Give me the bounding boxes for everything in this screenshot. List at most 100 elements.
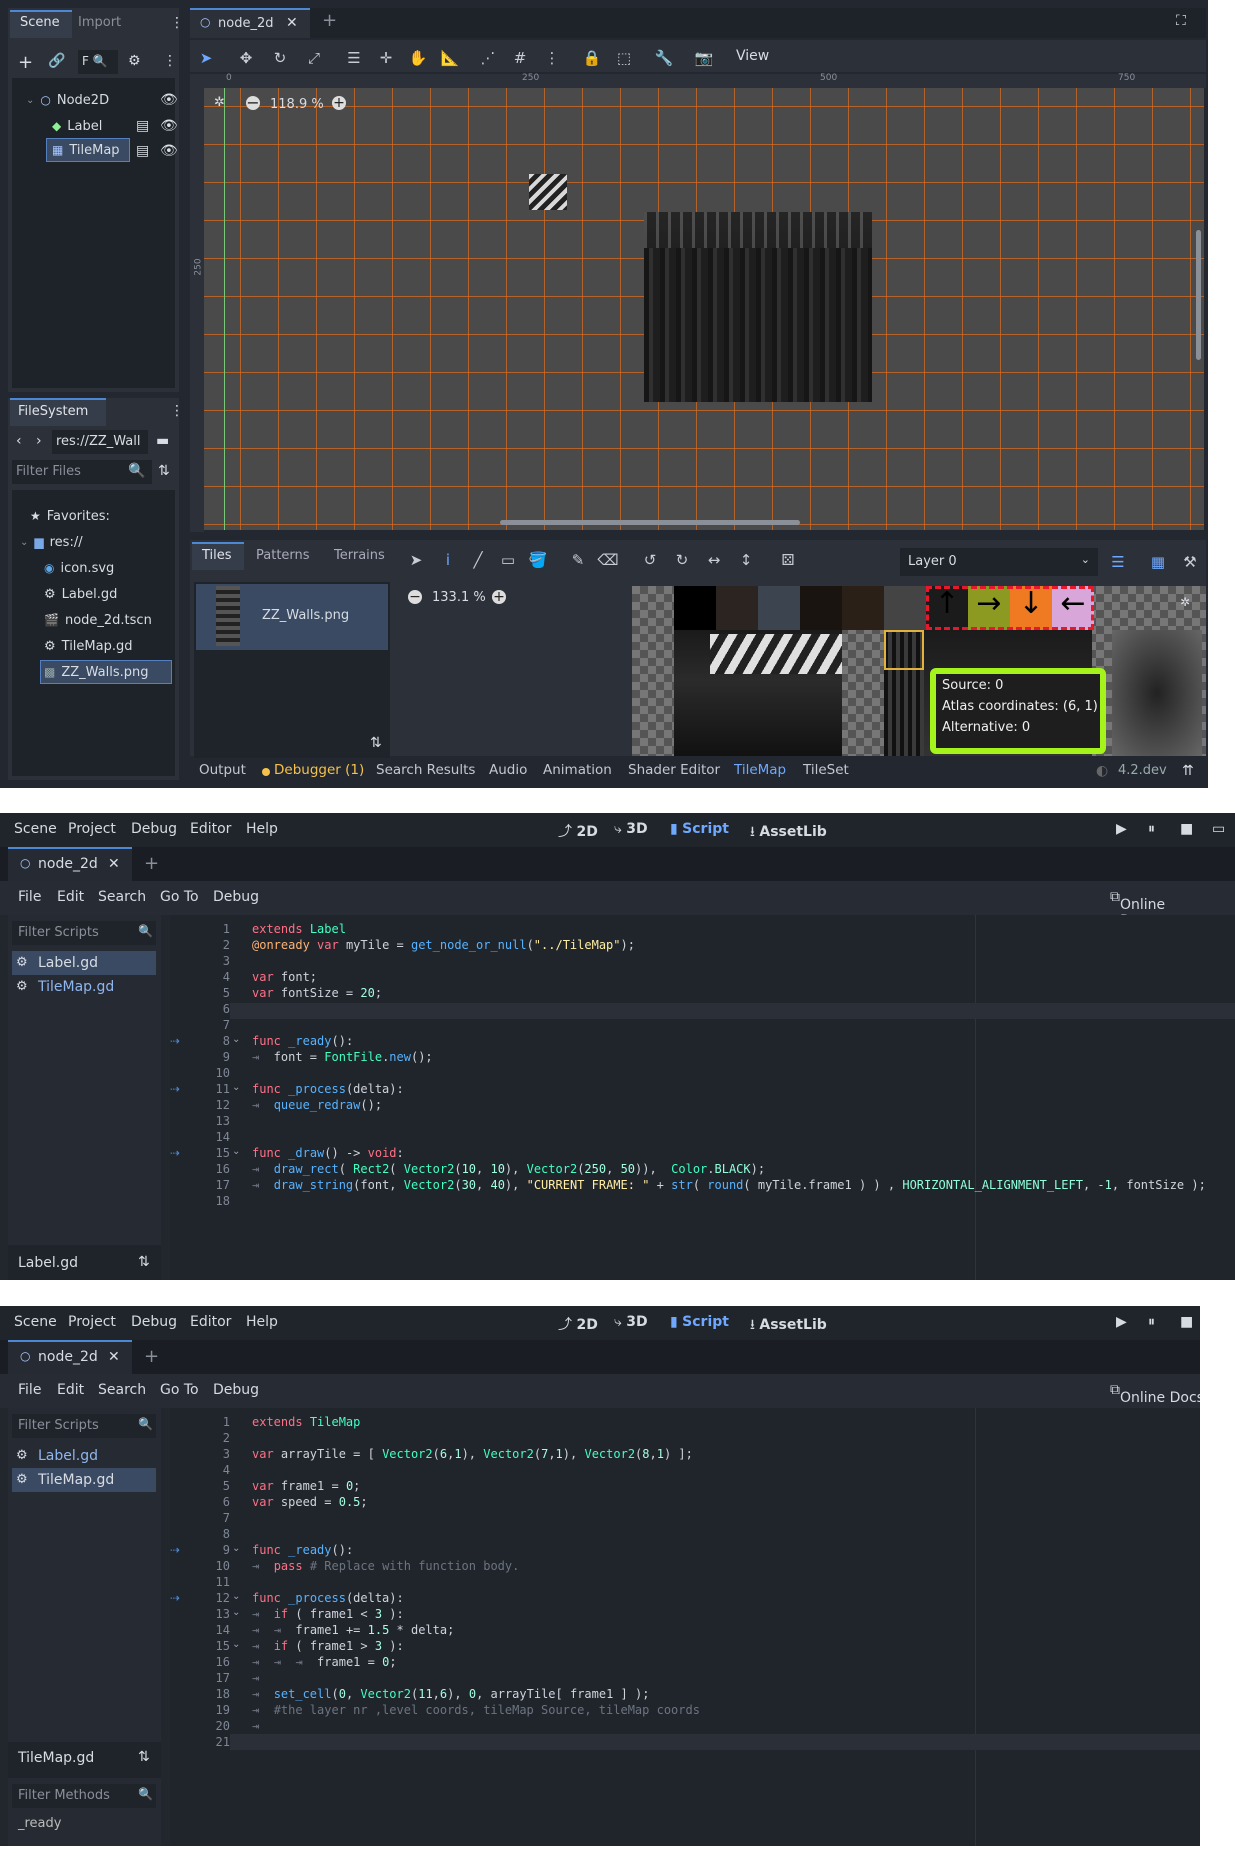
path-field[interactable]: res://ZZ_Wall: [52, 430, 148, 454]
sort-icon[interactable]: ⇅: [370, 736, 382, 750]
script-menu-edit[interactable]: Edit: [57, 1382, 84, 1398]
pan-tool-icon[interactable]: ✋: [406, 46, 430, 70]
tree-item-tilemap[interactable]: ▦ TileMap: [52, 138, 120, 162]
more-icon[interactable]: ⋮: [163, 54, 177, 68]
zoom-in-icon[interactable]: +: [332, 96, 346, 110]
picker-tool-icon[interactable]: ✎: [566, 548, 590, 572]
script-item-tilemap[interactable]: TileMap.gd: [38, 979, 114, 995]
tab-tiles[interactable]: Tiles: [202, 548, 232, 563]
fold-icon[interactable]: ⌄: [232, 1607, 240, 1618]
pause-icon[interactable]: ⏸: [1148, 1314, 1155, 1330]
menu-project[interactable]: Project: [68, 1314, 116, 1330]
back-icon[interactable]: ‹: [16, 434, 22, 448]
remote-debug-icon[interactable]: ▭: [1212, 821, 1225, 837]
rotate-left-icon[interactable]: ↺: [638, 548, 662, 572]
close-icon[interactable]: ✕: [108, 1350, 120, 1364]
select-tool-icon[interactable]: ➤: [404, 548, 428, 572]
add-node-icon[interactable]: +: [18, 54, 33, 72]
link-icon[interactable]: 🔗: [48, 54, 65, 68]
bottom-tab-audio[interactable]: Audio: [489, 762, 527, 778]
ruler-tool-icon[interactable]: 📐: [438, 46, 462, 70]
online-docs-link[interactable]: ⧉ Online Docs: [1110, 889, 1165, 929]
new-tab-icon[interactable]: +: [144, 855, 159, 873]
tile-source-item[interactable]: ZZ_Walls.png: [196, 584, 388, 650]
script-item-tilemap[interactable]: TileMap.gd: [38, 1472, 114, 1488]
center-view-icon[interactable]: ✲: [214, 96, 225, 109]
sort-icon[interactable]: ⇅: [158, 464, 170, 478]
fold-icon[interactable]: ⌄: [232, 1082, 240, 1093]
menu-editor[interactable]: Editor: [190, 1314, 231, 1330]
code-editor[interactable]: 1 extends Label 2 @onready var myTile = ge…: [170, 915, 1235, 1280]
tab-node-2d[interactable]: ○ node_2d ✕: [8, 1340, 132, 1374]
workspace-3d[interactable]: ⤷ 3D: [614, 821, 648, 837]
layout-icon[interactable]: ▬: [156, 434, 169, 448]
grid-snap-icon[interactable]: #: [508, 46, 532, 70]
script-menu-search[interactable]: Search: [98, 1382, 146, 1398]
v-scrollbar[interactable]: [1196, 230, 1201, 360]
menu-scene[interactable]: Scene: [14, 821, 57, 837]
script-menu-file[interactable]: File: [18, 889, 41, 905]
script-icon[interactable]: ⚙: [128, 54, 141, 68]
tab-node-2d[interactable]: ○ node_2d ✕: [190, 8, 310, 38]
flip-h-icon[interactable]: ↔: [702, 548, 726, 572]
close-icon[interactable]: ✕: [108, 857, 120, 871]
script-attached-icon[interactable]: ▤: [136, 144, 149, 158]
fold-icon[interactable]: ⌄: [232, 1543, 240, 1554]
bottom-tab-search[interactable]: Search Results: [376, 762, 475, 778]
rotate-right-icon[interactable]: ↻: [670, 548, 694, 572]
workspace-3d[interactable]: ⤷ 3D: [614, 1314, 648, 1330]
visibility-icon[interactable]: 👁: [160, 93, 178, 107]
bottom-tab-animation[interactable]: Animation: [543, 762, 612, 778]
flip-v-icon[interactable]: ↕: [734, 548, 758, 572]
rotate-tool-icon[interactable]: ↻: [268, 46, 292, 70]
script-menu-search[interactable]: Search: [98, 889, 146, 905]
menu-scene[interactable]: Scene: [14, 1314, 57, 1330]
list-select-icon[interactable]: ☰: [342, 46, 366, 70]
select-tool-icon[interactable]: ➤: [194, 46, 218, 70]
fold-icon[interactable]: ⌄: [232, 1034, 240, 1045]
move-tool-icon[interactable]: ✥: [234, 46, 258, 70]
script-item-label[interactable]: Label.gd: [38, 955, 98, 971]
visibility-icon[interactable]: 👁: [160, 119, 178, 133]
distraction-free-icon[interactable]: ⛶: [1176, 14, 1186, 28]
expand-bottom-icon[interactable]: ⇈: [1182, 764, 1194, 778]
stop-icon[interactable]: ■: [1180, 821, 1193, 837]
online-docs-link[interactable]: ⧉ Online Docs: [1110, 1382, 1200, 1406]
workspace-assetlib[interactable]: ⭳ AssetLib: [750, 1314, 827, 1338]
bottom-tab-output[interactable]: Output: [199, 762, 246, 778]
dock-menu-icon[interactable]: ⋮: [170, 16, 184, 30]
workspace-assetlib[interactable]: ⭳ AssetLib: [750, 821, 827, 845]
fold-icon[interactable]: ⌄: [232, 1591, 240, 1602]
tab-patterns[interactable]: Patterns: [256, 548, 310, 563]
random-tile-icon[interactable]: ⚄: [776, 548, 800, 572]
grid-toggle-icon[interactable]: ▦: [1146, 550, 1170, 574]
tab-terrains[interactable]: Terrains: [334, 548, 385, 563]
stop-icon[interactable]: ■: [1180, 1314, 1193, 1330]
zoom-out-icon[interactable]: −: [246, 95, 260, 111]
canvas-viewport[interactable]: [204, 88, 1204, 530]
sort-icon[interactable]: ⇅: [138, 1255, 150, 1269]
layer-highlight-icon[interactable]: ☰: [1106, 550, 1130, 574]
snap-options-icon[interactable]: ⋮: [540, 46, 564, 70]
fs-label-gd[interactable]: ⚙ Label.gd: [44, 582, 117, 606]
fs-icon-svg[interactable]: ◉ icon.svg: [44, 556, 114, 580]
scene-filter-input[interactable]: F 🔍: [78, 50, 118, 74]
sort-icon[interactable]: ⇅: [138, 1750, 150, 1764]
script-attached-icon[interactable]: ▤: [136, 119, 149, 133]
bucket-tool-icon[interactable]: 🪣: [526, 548, 550, 572]
method-item[interactable]: _ready: [18, 1816, 61, 1831]
forward-icon[interactable]: ›: [36, 434, 42, 448]
play-icon[interactable]: ▶: [1116, 821, 1127, 837]
bottom-tab-debugger[interactable]: Debugger (1): [274, 762, 364, 778]
tab-node-2d[interactable]: ○ node_2d ✕: [8, 847, 132, 881]
script-menu-goto[interactable]: Go To: [160, 889, 199, 905]
script-menu-debug[interactable]: Debug: [213, 889, 259, 905]
zoom-in-icon[interactable]: +: [492, 590, 506, 604]
fs-zz-walls-png[interactable]: ▩ ZZ_Walls.png: [44, 660, 149, 684]
close-icon[interactable]: ✕: [286, 16, 298, 30]
center-view-icon[interactable]: ✲: [1180, 596, 1190, 608]
filter-methods-input[interactable]: Filter Methods: [12, 1784, 156, 1808]
fs-favorites[interactable]: ★ Favorites:: [30, 504, 110, 528]
fs-node2d-tscn[interactable]: 🎬 node_2d.tscn: [44, 608, 152, 632]
scale-tool-icon[interactable]: ⤢: [302, 46, 326, 70]
